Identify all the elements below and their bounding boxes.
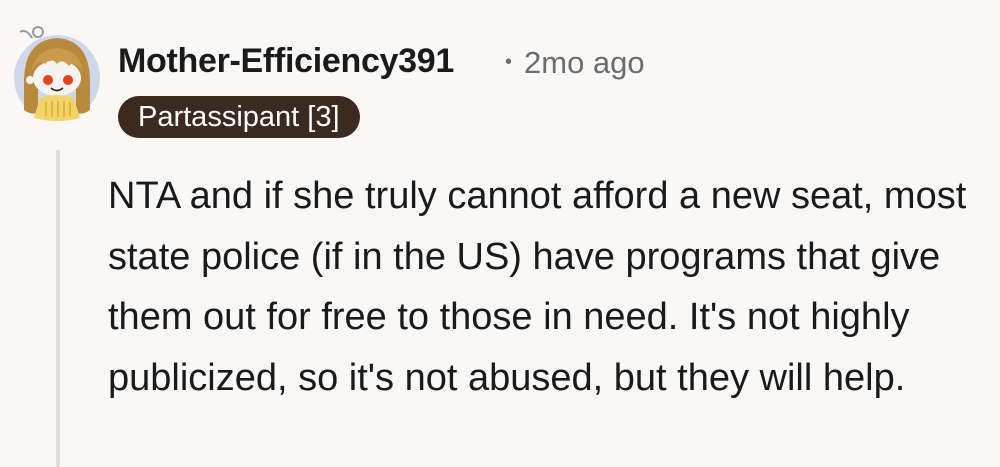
comment: Mother-Efficiency391 • 2mo ago Partassipa… bbox=[0, 0, 1000, 467]
thread-collapse-line[interactable] bbox=[56, 150, 60, 467]
user-flair-badge: Partassipant [3] bbox=[118, 96, 360, 138]
comment-meta: • 2mo ago bbox=[505, 45, 645, 81]
comment-timestamp[interactable]: 2mo ago bbox=[524, 45, 645, 80]
comment-body: NTA and if she truly cannot afford a new… bbox=[108, 175, 967, 399]
author-username[interactable]: Mother-Efficiency391 bbox=[118, 42, 454, 81]
meta-separator: • bbox=[505, 51, 513, 73]
user-avatar-icon[interactable] bbox=[10, 22, 104, 122]
